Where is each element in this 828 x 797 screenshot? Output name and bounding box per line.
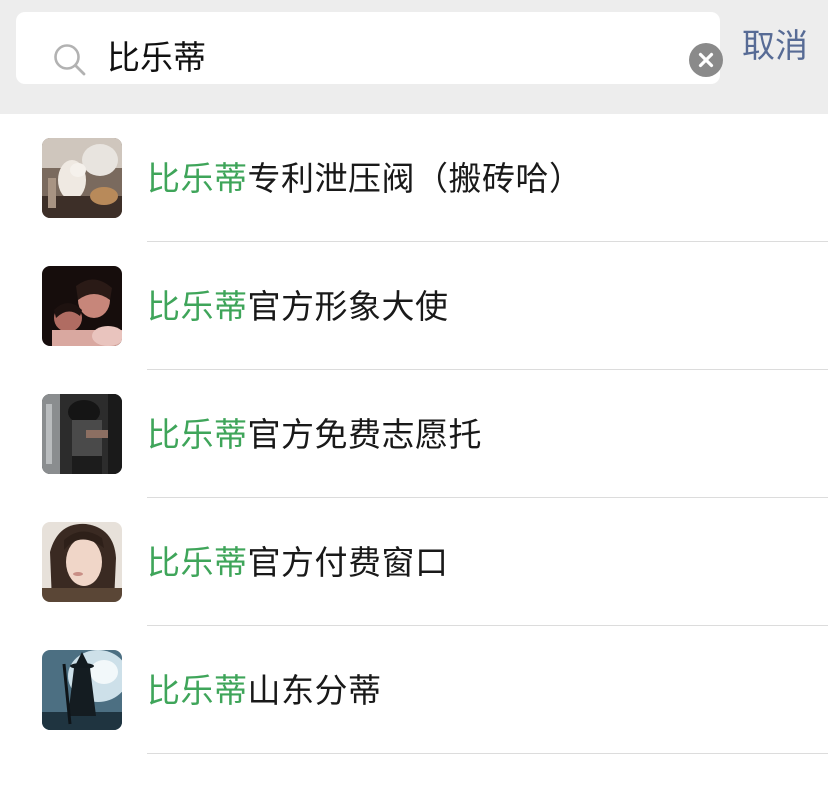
cancel-button[interactable]: 取消 xyxy=(742,22,808,70)
divider xyxy=(147,753,828,754)
avatar xyxy=(42,266,122,346)
result-highlight: 比乐蒂 xyxy=(147,543,248,582)
list-item[interactable]: 比乐蒂官方免费志愿托 xyxy=(0,370,828,498)
result-title: 比乐蒂专利泄压阀（搬砖哈） xyxy=(147,156,583,202)
search-query-text: 比乐蒂 xyxy=(107,38,206,77)
result-highlight: 比乐蒂 xyxy=(147,287,248,326)
list-item[interactable]: 比乐蒂专利泄压阀（搬砖哈） xyxy=(0,114,828,242)
result-highlight: 比乐蒂 xyxy=(147,415,248,454)
clear-icon xyxy=(689,43,723,77)
list-item[interactable]: 比乐蒂官方付费窗口 xyxy=(0,498,828,626)
clear-search-button[interactable] xyxy=(689,43,723,77)
avatar xyxy=(42,394,122,474)
search-icon xyxy=(52,42,88,78)
avatar xyxy=(42,522,122,602)
result-highlight: 比乐蒂 xyxy=(147,159,248,198)
result-highlight: 比乐蒂 xyxy=(147,671,248,710)
search-header: 比乐蒂 取消 xyxy=(0,0,828,114)
result-title-rest: 官方形象大使 xyxy=(247,287,449,326)
result-title-rest: 山东分蒂 xyxy=(247,671,382,710)
result-title: 比乐蒂官方免费志愿托 xyxy=(147,412,482,458)
result-title-rest: 专利泄压阀（搬砖哈） xyxy=(247,159,583,198)
avatar xyxy=(42,138,122,218)
result-title: 比乐蒂山东分蒂 xyxy=(147,668,382,714)
result-title-rest: 官方付费窗口 xyxy=(247,543,449,582)
result-title: 比乐蒂官方付费窗口 xyxy=(147,540,449,586)
list-item[interactable]: 比乐蒂山东分蒂 xyxy=(0,626,828,754)
result-title-rest: 官方免费志愿托 xyxy=(247,415,482,454)
avatar xyxy=(42,650,122,730)
search-input[interactable]: 比乐蒂 xyxy=(16,12,723,84)
result-title: 比乐蒂官方形象大使 xyxy=(147,284,449,330)
list-item[interactable]: 比乐蒂官方形象大使 xyxy=(0,242,828,370)
search-results-list: 比乐蒂专利泄压阀（搬砖哈） 比乐蒂官方形象大使 比乐蒂官方免费志愿托 比乐蒂官方… xyxy=(0,114,828,754)
